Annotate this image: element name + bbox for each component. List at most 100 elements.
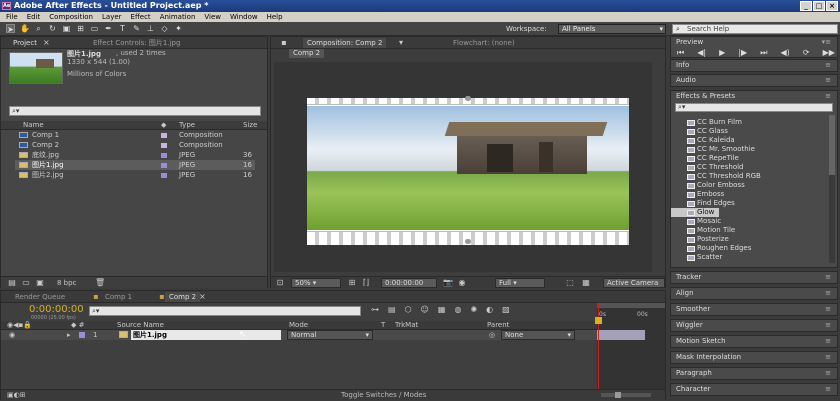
minimize-button[interactable]: _ (800, 1, 812, 11)
panel-title-wiggler[interactable]: Wiggler (676, 321, 703, 329)
last-frame-icon[interactable]: ⏭ (760, 48, 767, 58)
trash-icon[interactable]: 🗑 (95, 278, 105, 288)
menu-edit[interactable]: Edit (27, 12, 41, 22)
panel-title-motion-sketch[interactable]: Motion Sketch (676, 337, 726, 345)
layer-row[interactable]: ◉ ▸ 1 图片1.jpg ↖ Normal ▾ ◎ None ▾ (1, 330, 597, 340)
column-parent[interactable]: Parent (487, 321, 509, 330)
close-button[interactable]: × (826, 1, 838, 11)
panel-title-paragraph[interactable]: Paragraph (676, 369, 712, 377)
project-item[interactable]: 底纹.jpg JPEG 36 (15, 150, 255, 160)
column-t[interactable]: T (381, 321, 385, 330)
selection-tool-icon[interactable]: ➤ (6, 24, 15, 34)
comp-mini-flowchart-icon[interactable]: ⊶ (371, 305, 379, 317)
tab-comp-1[interactable]: Comp 1 (101, 292, 136, 302)
pan-behind-tool-icon[interactable]: ⊞ (76, 24, 85, 33)
always-preview-icon[interactable]: ⊡ (275, 278, 285, 288)
menu-animation[interactable]: Animation (160, 12, 196, 22)
close-icon[interactable]: × (43, 38, 50, 48)
shy-layers-icon[interactable]: ☺ (421, 305, 429, 317)
close-icon[interactable]: × (199, 292, 206, 302)
panel-menu-icon[interactable]: ▾≡ (822, 37, 831, 48)
column-name[interactable]: Name (23, 121, 44, 130)
menu-effect[interactable]: Effect (131, 12, 151, 22)
panel-title-info[interactable]: Info (676, 61, 689, 69)
effect-item[interactable]: CC Burn Film (671, 118, 811, 127)
work-area-bar[interactable] (597, 303, 665, 308)
column-trkmat[interactable]: TrkMat (395, 321, 418, 330)
scrollbar-thumb[interactable] (829, 115, 835, 175)
ram-preview-icon[interactable]: ▶▶ (823, 48, 835, 58)
panel-menu-icon[interactable]: ≡ (825, 288, 831, 299)
snapshot-icon[interactable]: 📷 (443, 278, 453, 288)
label-swatch[interactable] (161, 153, 167, 158)
effect-item[interactable]: CC Threshold RGB (671, 172, 811, 181)
effect-item[interactable]: Posterize (671, 235, 811, 244)
motion-blur-icon[interactable]: ◍ (454, 305, 461, 317)
label-column-icon[interactable]: ◆ (161, 121, 166, 130)
new-folder-icon[interactable]: ▭ (21, 278, 31, 288)
auto-keyframe-icon[interactable]: ◐ (486, 305, 493, 317)
tab-effect-controls[interactable]: Effect Controls: 图片1.jpg (89, 38, 184, 48)
panel-title-effects[interactable]: Effects & Presets (676, 92, 735, 100)
av-features-icon[interactable]: ◉◀▪🔒 (7, 321, 32, 330)
frame-handle-bottom[interactable] (465, 239, 471, 244)
panel-menu-icon[interactable]: ≡ (825, 272, 831, 283)
new-composition-icon[interactable]: ▣ (35, 278, 45, 288)
column-source-name[interactable]: Source Name (117, 321, 164, 330)
panel-title-audio[interactable]: Audio (676, 76, 696, 84)
effect-item-selected[interactable]: Glow (671, 208, 719, 217)
search-help-input[interactable]: ⌕ Search Help (672, 24, 838, 34)
layer-mode-select[interactable]: Normal ▾ (287, 330, 373, 340)
tab-render-queue[interactable]: Render Queue (11, 292, 69, 302)
project-item[interactable]: Comp 1 Composition (15, 130, 255, 140)
panel-menu-icon[interactable]: ≡ (825, 352, 831, 363)
region-of-interest-icon[interactable]: ⬚ (565, 278, 575, 288)
hand-tool-icon[interactable]: ✋ (20, 24, 30, 33)
column-size[interactable]: Size (243, 121, 257, 130)
menu-view[interactable]: View (204, 12, 221, 22)
effect-item[interactable]: Mosaic (671, 217, 811, 226)
clone-stamp-tool-icon[interactable]: ⊥ (146, 24, 155, 33)
project-item[interactable]: Comp 2 Composition (15, 140, 255, 150)
live-update-icon[interactable]: ▤ (388, 305, 396, 317)
project-item[interactable]: 图片2.jpg JPEG 16 (15, 170, 255, 180)
project-item[interactable]: 图片1.jpg JPEG 16 (15, 160, 255, 170)
zoom-tool-icon[interactable]: ⌕ (34, 24, 43, 33)
effect-item[interactable]: CC Threshold (671, 163, 811, 172)
effect-item[interactable]: Emboss (671, 190, 811, 199)
effect-item[interactable]: CC RepeTile (671, 154, 811, 163)
comp-nav-tab[interactable]: Comp 2 (289, 49, 325, 58)
label-swatch[interactable] (161, 163, 167, 168)
tab-comp-2[interactable]: Comp 2 (165, 292, 201, 302)
menu-composition[interactable]: Composition (49, 12, 93, 22)
brush-tool-icon[interactable]: ✎ (132, 24, 141, 33)
magnification-select[interactable]: 50% ▾ (291, 278, 341, 288)
project-search-input[interactable]: ⌕▾ (9, 106, 261, 116)
panel-title-mask-interpolation[interactable]: Mask Interpolation (676, 353, 741, 361)
effect-item[interactable]: Scatter (671, 253, 811, 262)
panel-menu-icon[interactable]: ≡ (825, 384, 831, 395)
play-icon[interactable]: ▶ (719, 48, 725, 58)
loop-icon[interactable]: ⟳ (803, 48, 810, 58)
twirl-arrow-icon[interactable]: ▸ (67, 330, 71, 340)
label-swatch[interactable] (161, 173, 167, 178)
panel-menu-icon[interactable]: ≡ (825, 304, 831, 315)
comp-viewer[interactable] (274, 62, 652, 272)
panel-title-align[interactable]: Align (676, 289, 694, 297)
first-frame-icon[interactable]: ⏮ (677, 48, 684, 58)
label-swatch[interactable] (161, 143, 167, 148)
layer-name[interactable]: 图片1.jpg (131, 330, 281, 340)
tab-composition[interactable]: Composition: Comp 2 (303, 38, 387, 48)
panel-title-character[interactable]: Character (676, 385, 711, 393)
label-swatch[interactable] (161, 133, 167, 138)
label-column-icon[interactable]: ◆ # (71, 321, 84, 330)
menu-window[interactable]: Window (230, 12, 258, 22)
effect-item[interactable]: Find Edges (671, 199, 811, 208)
show-channel-icon[interactable]: ◉ (457, 278, 467, 288)
graph-editor-icon[interactable]: ▨ (502, 305, 510, 317)
layer-duration-bar[interactable] (597, 330, 645, 340)
menu-file[interactable]: File (6, 12, 18, 22)
panel-menu-icon[interactable]: ≡ (825, 336, 831, 347)
panel-menu-icon[interactable]: ≡ (825, 368, 831, 379)
puppet-pin-tool-icon[interactable]: ✦ (174, 24, 183, 33)
